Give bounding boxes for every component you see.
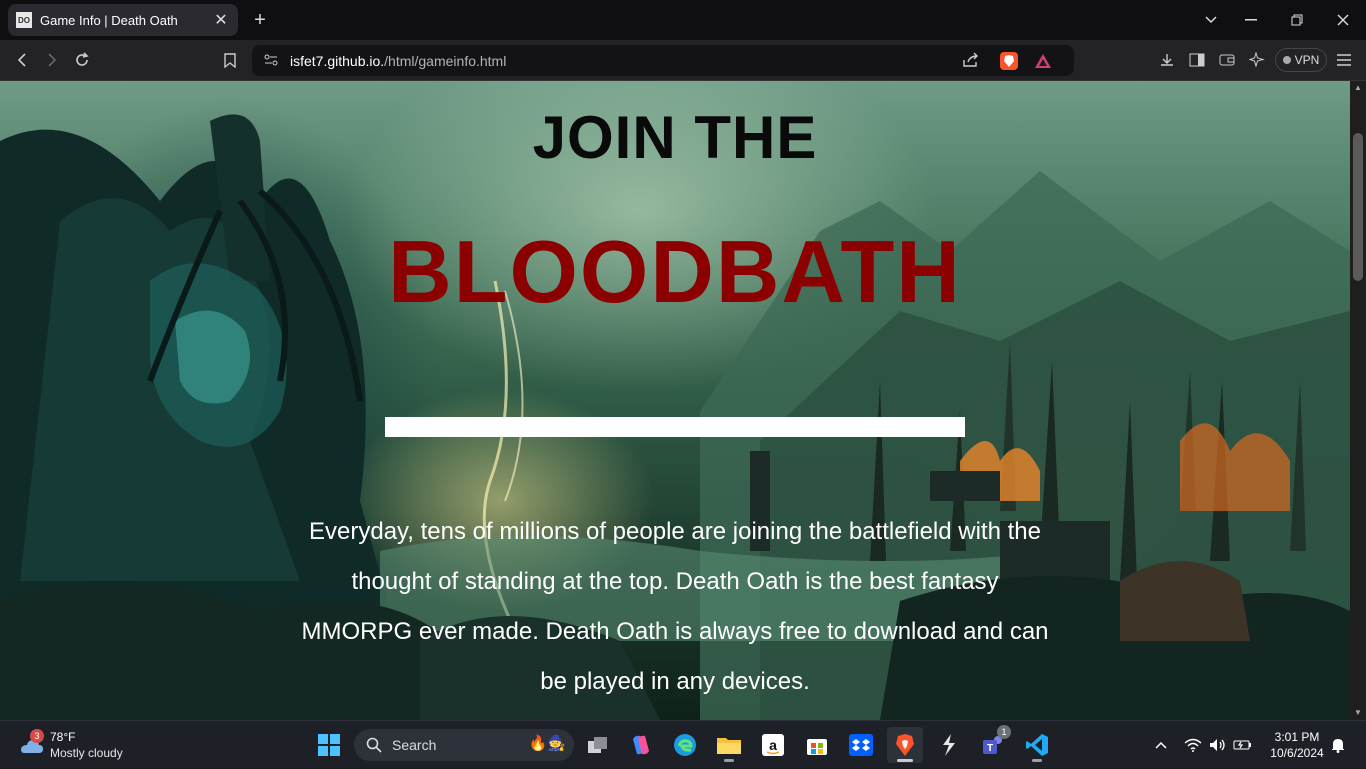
- browser-tab[interactable]: DO Game Info | Death Oath ✕: [8, 4, 238, 36]
- tab-close-icon[interactable]: ✕: [212, 10, 230, 30]
- scroll-up-arrow-icon[interactable]: ▲: [1350, 81, 1366, 95]
- downloads-icon[interactable]: [1154, 48, 1180, 72]
- battery-charging-icon[interactable]: [1233, 721, 1253, 769]
- wallet-icon[interactable]: [1214, 48, 1240, 72]
- sidebar-icon[interactable]: [1184, 48, 1210, 72]
- copilot-icon[interactable]: [623, 727, 659, 763]
- address-bar[interactable]: isfet7.github.io./html/gameinfo.html: [252, 45, 1074, 76]
- amazon-icon[interactable]: a: [755, 727, 791, 763]
- running-indicator: [724, 759, 734, 762]
- headline-bloodbath: BLOODBATH: [388, 222, 962, 321]
- intro-paragraph: Everyday, tens of millions of people are…: [301, 518, 1049, 695]
- vpn-label: VPN: [1294, 53, 1320, 67]
- clock-time: 3:01 PM: [1274, 730, 1320, 744]
- taskbar-search[interactable]: Search 🔥🧙: [354, 729, 574, 761]
- svg-text:a: a: [769, 737, 777, 753]
- active-indicator: [897, 759, 913, 762]
- weather-condition: Mostly cloudy: [50, 746, 123, 760]
- running-indicator: [1032, 759, 1042, 762]
- headline-join-the: JOIN THE: [532, 104, 818, 171]
- browser-toolbar: isfet7.github.io./html/gameinfo.html VPN: [0, 40, 1366, 81]
- restore-button[interactable]: [1274, 0, 1320, 40]
- brave-shields-icon[interactable]: [1000, 52, 1018, 70]
- vpn-button[interactable]: VPN: [1275, 48, 1327, 72]
- search-icon: [366, 737, 382, 753]
- new-tab-button[interactable]: +: [250, 8, 270, 32]
- site-favicon-icon: DO: [16, 12, 32, 28]
- close-window-button[interactable]: [1320, 0, 1366, 40]
- teams-notification-badge: 1: [997, 725, 1011, 739]
- white-divider-bar: [385, 417, 965, 437]
- weather-temperature: 78°F: [50, 730, 76, 744]
- weather-widget[interactable]: 3 78°F Mostly cloudy: [14, 727, 154, 763]
- scroll-thumb[interactable]: [1353, 133, 1363, 281]
- teams-icon[interactable]: T 1: [975, 725, 1011, 763]
- site-settings-icon[interactable]: [264, 53, 278, 69]
- tray-overflow-chevron-icon[interactable]: [1154, 721, 1168, 769]
- microsoft-store-icon[interactable]: [799, 727, 835, 763]
- vscode-icon[interactable]: [1019, 727, 1055, 763]
- search-label: Search: [392, 737, 437, 753]
- leo-ai-icon[interactable]: [1244, 48, 1270, 72]
- tab-title: Game Info | Death Oath: [40, 12, 178, 28]
- brave-rewards-icon[interactable]: [1034, 52, 1052, 70]
- bookmark-icon[interactable]: [217, 48, 243, 72]
- brave-browser-taskbar-icon[interactable]: [887, 727, 923, 763]
- minimize-button[interactable]: [1228, 0, 1274, 40]
- scroll-down-arrow-icon[interactable]: ▼: [1350, 706, 1366, 720]
- forward-arrow-icon[interactable]: [39, 48, 65, 72]
- svg-text:T: T: [987, 743, 993, 754]
- reload-icon[interactable]: [69, 48, 95, 72]
- task-view-icon[interactable]: [580, 727, 616, 763]
- edge-icon[interactable]: [667, 727, 703, 763]
- share-icon[interactable]: [958, 48, 984, 72]
- clock-date: 10/6/2024: [1270, 746, 1324, 760]
- notification-bell-icon[interactable]: [1331, 721, 1345, 769]
- start-windows-icon[interactable]: [311, 727, 347, 763]
- search-highlight-icon: 🔥🧙: [528, 735, 566, 752]
- page-scrollbar[interactable]: ▲ ▼: [1350, 81, 1366, 720]
- file-explorer-icon[interactable]: [711, 727, 747, 763]
- back-arrow-icon[interactable]: [9, 48, 35, 72]
- menu-hamburger-icon[interactable]: [1331, 48, 1357, 72]
- volume-icon[interactable]: [1209, 721, 1227, 769]
- url-path: /html/gameinfo.html: [384, 52, 507, 69]
- windows-taskbar: 3 78°F Mostly cloudy Search 🔥🧙 a T 1 3:0…: [0, 720, 1366, 768]
- tab-strip: DO Game Info | Death Oath ✕ +: [0, 0, 1366, 40]
- page-viewport: JOIN THE BLOODBATH Everyday, tens of mil…: [0, 81, 1350, 720]
- wifi-icon[interactable]: [1184, 721, 1202, 769]
- weather-alert-badge: 3: [30, 729, 44, 743]
- system-clock[interactable]: 3:01 PM 10/6/2024: [1262, 729, 1332, 761]
- vpn-status-icon: [1282, 56, 1291, 64]
- url-host: isfet7.github.io.: [290, 52, 385, 69]
- dropbox-icon[interactable]: [843, 727, 879, 763]
- cursor-app-icon[interactable]: [931, 727, 967, 763]
